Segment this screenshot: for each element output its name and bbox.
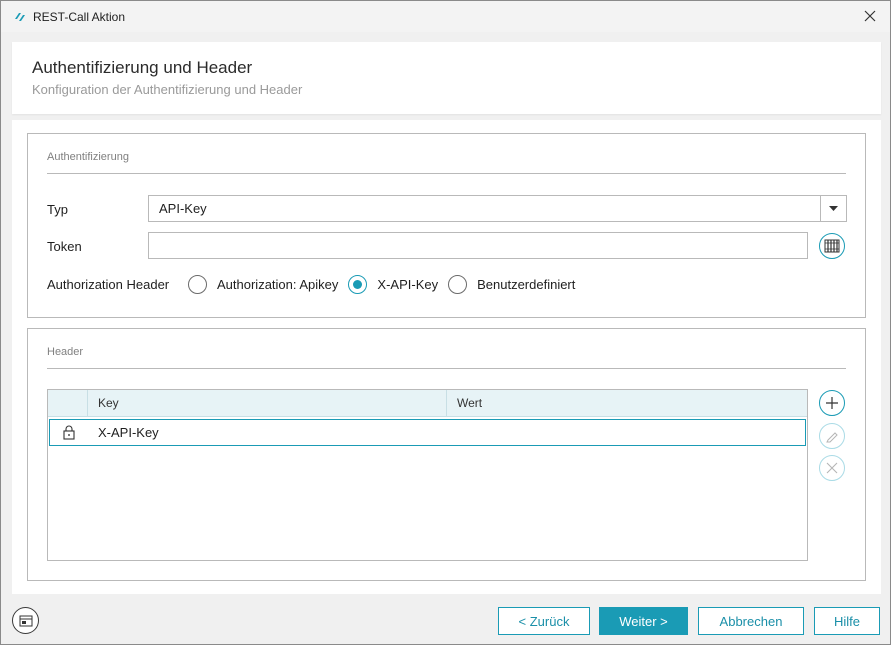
plus-icon xyxy=(826,397,838,409)
close-button[interactable] xyxy=(858,5,882,27)
type-select-arrow[interactable] xyxy=(820,196,846,221)
add-header-button[interactable] xyxy=(819,390,845,416)
type-select-value: API-Key xyxy=(159,201,207,216)
auth-header-label: Authorization Header xyxy=(47,277,170,292)
header-panel: Authentifizierung und Header Konfigurati… xyxy=(12,42,881,114)
row-lock-cell xyxy=(50,425,88,440)
window-icon xyxy=(19,615,32,626)
window-title: REST-Call Aktion xyxy=(33,9,126,24)
window-options-button[interactable] xyxy=(12,607,39,634)
title-bar: REST-Call Aktion xyxy=(1,1,890,32)
edit-header-button[interactable] xyxy=(819,423,845,449)
page-subtitle: Konfiguration der Authentifizierung und … xyxy=(32,82,303,97)
radio-option-x-api-key[interactable]: X-API-Key xyxy=(348,275,438,294)
header-divider xyxy=(47,368,846,369)
page-title: Authentifizierung und Header xyxy=(32,58,253,77)
variable-picker-icon xyxy=(824,239,840,253)
table-header: Key Wert xyxy=(48,390,807,417)
next-button[interactable]: Weiter > xyxy=(599,607,688,635)
close-icon xyxy=(864,10,876,22)
radio-option-authorization-apikey[interactable]: Authorization: Apikey xyxy=(188,275,338,294)
chevron-down-icon xyxy=(829,206,838,211)
radio-button[interactable] xyxy=(188,275,207,294)
type-label: Typ xyxy=(47,202,68,217)
content-area: Authentifizierung Typ API-Key Token Auth… xyxy=(12,120,881,594)
row-key-cell: X-API-Key xyxy=(98,425,159,440)
delete-header-button[interactable] xyxy=(819,455,845,481)
column-header-key[interactable]: Key xyxy=(88,390,447,416)
radio-button[interactable] xyxy=(448,275,468,294)
help-button[interactable]: Hilfe xyxy=(814,607,880,635)
column-header-icon xyxy=(48,390,88,416)
auth-divider xyxy=(47,173,846,174)
radio-label: Authorization: Apikey xyxy=(217,277,339,292)
radio-button-selected[interactable] xyxy=(348,275,368,294)
pencil-icon xyxy=(826,432,838,443)
header-group: Header Key Wert X-API-Key xyxy=(27,328,866,581)
radio-label: Benutzerdefiniert xyxy=(477,277,576,292)
table-row[interactable]: X-API-Key xyxy=(49,419,806,446)
header-legend: Header xyxy=(47,346,84,358)
app-logo-icon xyxy=(15,12,25,21)
x-icon xyxy=(826,462,838,474)
type-select[interactable]: API-Key xyxy=(148,195,847,222)
auth-legend: Authentifizierung xyxy=(47,151,129,163)
header-table: Key Wert X-API-Key xyxy=(47,389,808,561)
dialog-window: REST-Call Aktion Authentifizierung und H… xyxy=(0,0,891,645)
auth-header-radio-group: Authorization: Apikey X-API-Key Benutzer… xyxy=(188,275,585,294)
radio-selected-dot xyxy=(353,280,363,289)
radio-label: X-API-Key xyxy=(377,277,439,292)
cancel-button[interactable]: Abbrechen xyxy=(698,607,804,635)
token-input[interactable] xyxy=(148,232,808,259)
back-button[interactable]: < Zurück xyxy=(498,607,590,635)
token-label: Token xyxy=(47,239,82,254)
radio-option-benutzerdefiniert[interactable]: Benutzerdefiniert xyxy=(448,275,575,294)
token-picker-button[interactable] xyxy=(819,233,845,259)
column-header-value[interactable]: Wert xyxy=(447,390,807,416)
lock-icon xyxy=(63,425,75,440)
auth-group: Authentifizierung Typ API-Key Token Auth… xyxy=(27,133,866,318)
